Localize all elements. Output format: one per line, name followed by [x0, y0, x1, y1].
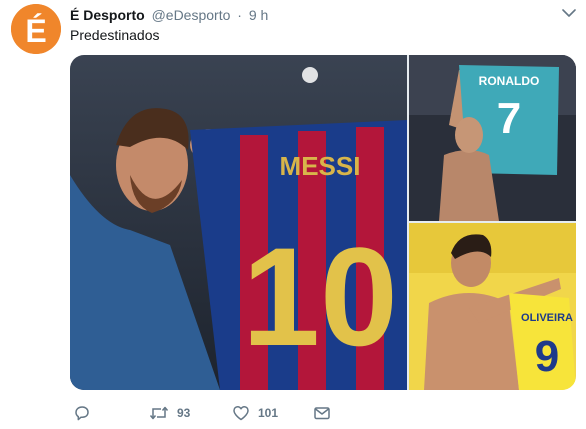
direct-message-button[interactable]	[313, 402, 331, 424]
author-name[interactable]: É Desporto	[70, 7, 145, 23]
author-handle[interactable]: @eDesporto	[152, 7, 231, 23]
svg-text:MESSI: MESSI	[280, 151, 361, 181]
photo-top-right[interactable]: RONALDO 7	[409, 55, 576, 221]
photo-bottom-right[interactable]: OLIVEIRA 9	[409, 223, 576, 390]
timestamp[interactable]: 9 h	[249, 7, 268, 23]
retweet-icon	[149, 406, 169, 420]
photo-main[interactable]: MESSI 10	[70, 55, 407, 390]
tweet: É É Desporto @eDesporto · 9 h Predestina…	[0, 0, 586, 429]
reply-icon	[75, 406, 89, 421]
like-button[interactable]: 101	[232, 402, 278, 424]
like-count: 101	[258, 406, 279, 420]
svg-text:OLIVEIRA: OLIVEIRA	[521, 312, 573, 324]
chevron-down-icon[interactable]	[562, 8, 576, 18]
separator-dot: ·	[237, 7, 242, 23]
svg-text:RONALDO: RONALDO	[479, 74, 540, 88]
tweet-actions: 93 101	[70, 402, 470, 424]
svg-text:É: É	[25, 13, 46, 49]
heart-icon	[233, 405, 249, 421]
svg-text:9: 9	[535, 332, 559, 381]
avatar[interactable]: É	[11, 4, 61, 54]
svg-text:10: 10	[242, 218, 398, 375]
retweet-count: 93	[177, 406, 191, 420]
svg-text:7: 7	[497, 94, 521, 143]
tweet-text: Predestinados	[70, 27, 160, 43]
retweet-button[interactable]: 93	[149, 402, 190, 424]
tweet-header: É Desporto @eDesporto · 9 h	[70, 6, 268, 24]
envelope-icon	[314, 407, 330, 420]
brand-logo: É	[11, 4, 61, 54]
media-grid: MESSI 10 RONALDO 7 OLIVEIRA 9	[70, 55, 576, 390]
reply-button[interactable]	[73, 402, 91, 424]
